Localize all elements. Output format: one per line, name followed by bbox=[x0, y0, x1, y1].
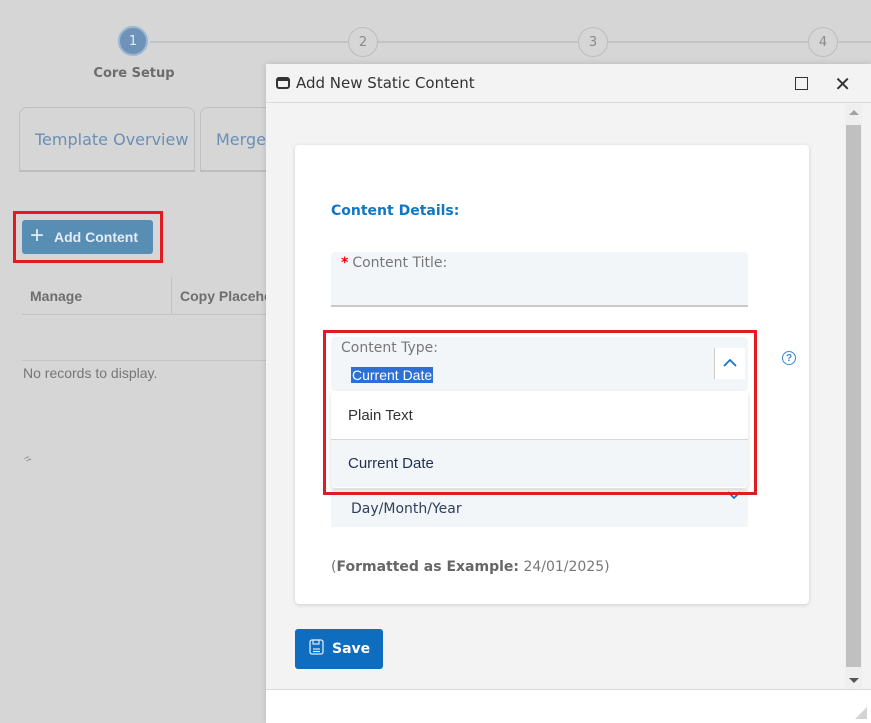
content-title-field[interactable]: * Content Title: bbox=[331, 252, 748, 307]
section-title: Content Details: bbox=[331, 203, 460, 219]
save-icon bbox=[309, 639, 324, 659]
scroll-up-arrow-icon[interactable] bbox=[849, 110, 859, 115]
example-label: Formatted as Example: bbox=[336, 559, 519, 575]
date-format-value: Day/Month/Year bbox=[351, 501, 462, 517]
scroll-down-arrow-icon[interactable] bbox=[849, 678, 859, 683]
maximize-icon[interactable] bbox=[795, 77, 808, 90]
format-example: (Formatted as Example: 24/01/2025) bbox=[331, 559, 610, 575]
scroll-thumb[interactable] bbox=[846, 125, 861, 667]
close-icon[interactable]: ✕ bbox=[834, 72, 851, 96]
dialog-title: Add New Static Content bbox=[296, 74, 475, 92]
step-1-label: Core Setup bbox=[93, 66, 175, 81]
required-marker: * bbox=[341, 255, 349, 271]
content-title-label: * Content Title: bbox=[341, 255, 447, 271]
add-content-button[interactable]: + Add Content bbox=[22, 220, 153, 254]
highlight-box-content-type bbox=[323, 330, 757, 495]
tab-label: Template Overview bbox=[35, 129, 189, 149]
no-records-message: No records to display. bbox=[23, 365, 158, 381]
step-1[interactable]: 1 bbox=[118, 26, 148, 56]
add-static-content-dialog: Add New Static Content ✕ Content Details… bbox=[266, 64, 871, 723]
save-button[interactable]: Save bbox=[295, 629, 383, 669]
plus-icon: + bbox=[30, 221, 45, 249]
dialog-footer bbox=[266, 689, 871, 723]
resize-grip-icon[interactable]: 〃 bbox=[18, 449, 37, 468]
dialog-scrollbar[interactable] bbox=[845, 104, 862, 689]
window-icon bbox=[276, 77, 290, 89]
add-content-label: Add Content bbox=[54, 229, 138, 245]
step-3[interactable]: 3 bbox=[578, 27, 608, 57]
dialog-resize-grip-icon[interactable] bbox=[855, 707, 867, 719]
stepper-line bbox=[150, 41, 871, 43]
tab-template-overview[interactable]: Template Overview bbox=[19, 107, 195, 172]
content-title-label-text: Content Title: bbox=[352, 255, 448, 271]
save-label: Save bbox=[332, 641, 371, 657]
step-4[interactable]: 4 bbox=[808, 27, 838, 57]
help-icon[interactable]: ? bbox=[782, 351, 796, 365]
grid-header: Manage Copy Placeho bbox=[22, 277, 272, 315]
grid-empty-row bbox=[22, 315, 272, 361]
step-2[interactable]: 2 bbox=[348, 27, 378, 57]
column-header-manage[interactable]: Manage bbox=[22, 277, 172, 314]
column-header-copy-placeholder[interactable]: Copy Placeho bbox=[172, 277, 272, 314]
example-value: 24/01/2025) bbox=[519, 559, 610, 575]
dialog-header[interactable]: Add New Static Content bbox=[266, 64, 871, 103]
